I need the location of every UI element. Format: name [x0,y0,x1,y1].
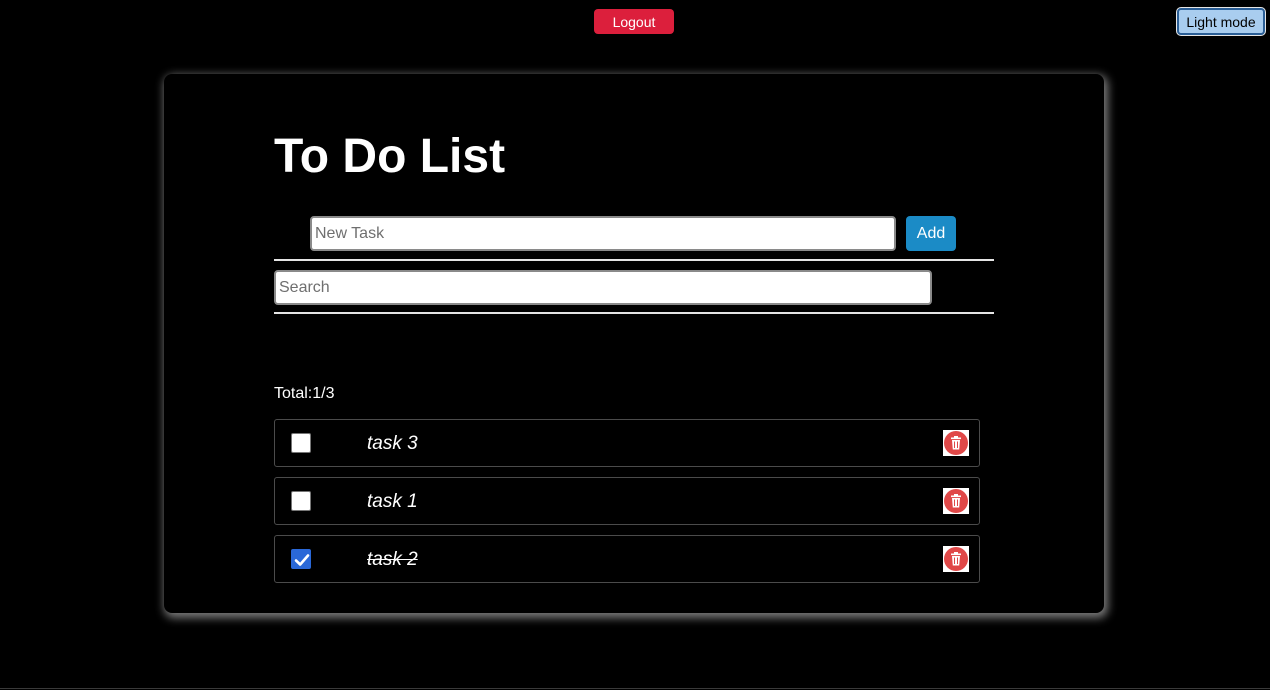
todo-card: To Do List Add Total:1/3 task 3 [164,74,1104,613]
task-checkbox[interactable] [291,491,311,511]
task-label: task 3 [367,433,418,454]
search-input[interactable] [274,270,932,305]
delete-task-button[interactable] [943,488,969,514]
task-checkbox[interactable] [291,549,311,569]
delete-task-button[interactable] [943,546,969,572]
task-item: task 3 [274,419,980,467]
page: Logout Light mode To Do List Add Total:1… [0,0,1270,690]
task-list: task 3 task 1 task 2 [274,419,980,593]
delete-task-button[interactable] [943,430,969,456]
task-item: task 2 [274,535,980,583]
divider [274,312,994,314]
task-item: task 1 [274,477,980,525]
divider [0,688,1270,689]
trash-icon [944,431,968,455]
add-task-button[interactable]: Add [906,216,956,251]
check-icon [294,554,310,566]
task-label: task 1 [367,491,418,512]
logout-button[interactable]: Logout [594,9,674,34]
divider [274,259,994,261]
task-checkbox[interactable] [291,433,311,453]
trash-icon [944,489,968,513]
new-task-input[interactable] [310,216,896,251]
light-mode-toggle-button[interactable]: Light mode [1177,8,1265,35]
task-total-count: Total:1/3 [274,385,335,402]
trash-icon [944,547,968,571]
task-label: task 2 [367,549,418,570]
page-title: To Do List [274,130,506,183]
